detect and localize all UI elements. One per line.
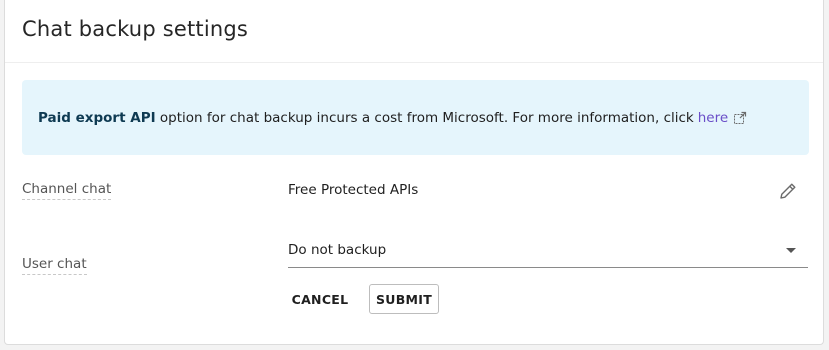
info-banner: Paid export API option for chat backup i… [22,80,809,155]
user-chat-selected-value: Do not backup [288,242,387,258]
pencil-icon[interactable] [777,180,799,202]
channel-chat-label: Channel chat [22,181,112,200]
header-divider [5,62,823,63]
page-title: Chat backup settings [22,17,249,41]
banner-bold-text: Paid export API [38,109,156,126]
user-chat-label: User chat [22,256,87,275]
user-chat-select[interactable]: Do not backup [288,236,808,268]
cancel-button[interactable]: CANCEL [286,284,354,314]
chat-backup-settings-card: Chat backup settings Paid export API opt… [4,0,824,345]
banner-text: option for chat backup incurs a cost fro… [155,109,694,126]
external-link-icon[interactable] [733,111,747,125]
channel-chat-value: Free Protected APIs [288,182,419,198]
caret-down-icon[interactable] [786,248,796,253]
submit-button[interactable]: SUBMIT [369,284,439,314]
banner-link[interactable]: here [698,110,728,126]
